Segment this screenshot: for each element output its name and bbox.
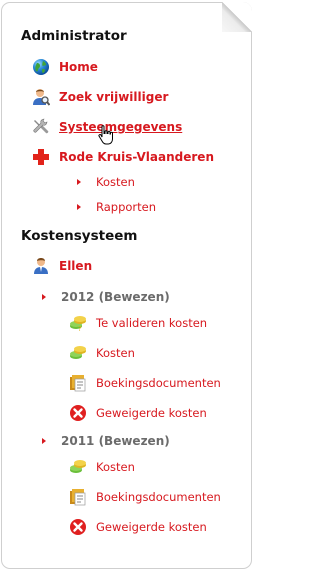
- bullet-arrow-icon: [77, 179, 81, 185]
- nav-item-label: Kosten: [96, 460, 135, 474]
- year-label: 2011 (Bewezen): [61, 434, 170, 448]
- nav-subitem-kosten[interactable]: Kosten: [77, 171, 320, 193]
- user-search-icon: [32, 88, 51, 106]
- coins-icon: [69, 344, 87, 362]
- coins-icon: [69, 458, 87, 476]
- nav-item-systeemgegevens[interactable]: Systeemgegevens: [32, 116, 281, 138]
- nav-item-label: Boekingsdocumenten: [96, 490, 221, 504]
- user-link-ellen[interactable]: Ellen: [32, 255, 281, 277]
- svg-text:?: ?: [78, 325, 82, 332]
- red-cross-icon: [32, 148, 50, 166]
- documents-icon: [69, 488, 87, 506]
- nav-item-kosten-2011[interactable]: Kosten: [69, 456, 318, 478]
- user-label: Ellen: [59, 259, 93, 273]
- nav-subitem-label: Kosten: [96, 175, 135, 189]
- rejected-icon: [69, 518, 87, 536]
- nav-subitem-rapporten[interactable]: Rapporten: [77, 196, 320, 218]
- nav-item-boekingsdocumenten-2012[interactable]: Boekingsdocumenten: [69, 372, 318, 394]
- documents-icon: [69, 374, 87, 392]
- section-heading-kostensysteem: Kostensysteem: [21, 228, 138, 244]
- section-heading-administrator: Administrator: [21, 28, 127, 44]
- year-toggle-2012[interactable]: 2012 (Bewezen): [42, 286, 291, 308]
- nav-item-label: Home: [59, 60, 98, 74]
- nav-subitem-label: Rapporten: [96, 200, 157, 214]
- navigation-panel: Administrator Home Zoek vrijwilliger Sys…: [1, 2, 252, 569]
- nav-item-geweigerde-kosten-2012[interactable]: Geweigerde kosten: [69, 402, 318, 424]
- bullet-arrow-icon: [77, 204, 81, 210]
- nav-item-home[interactable]: Home: [32, 56, 281, 78]
- nav-item-label: Rode Kruis-Vlaanderen: [59, 150, 214, 164]
- nav-item-label: Boekingsdocumenten: [96, 376, 221, 390]
- rejected-icon: [69, 404, 87, 422]
- nav-item-rode-kruis-vlaanderen[interactable]: Rode Kruis-Vlaanderen: [32, 146, 281, 168]
- nav-item-label: Systeemgegevens: [59, 120, 183, 134]
- nav-item-label: Kosten: [96, 346, 135, 360]
- year-label: 2012 (Bewezen): [61, 290, 170, 304]
- nav-item-boekingsdocumenten-2011[interactable]: Boekingsdocumenten: [69, 486, 318, 508]
- year-toggle-2011[interactable]: 2011 (Bewezen): [42, 430, 291, 452]
- nav-item-label: Geweigerde kosten: [96, 406, 207, 420]
- nav-item-kosten-2012[interactable]: Kosten: [69, 342, 318, 364]
- wrench-icon: [32, 118, 50, 136]
- nav-item-label: Te valideren kosten: [96, 316, 208, 330]
- hand-cursor-icon: [98, 125, 114, 147]
- nav-item-geweigerde-kosten-2011[interactable]: Geweigerde kosten: [69, 516, 318, 538]
- globe-icon: [32, 58, 50, 76]
- nav-item-zoek-vrijwilliger[interactable]: Zoek vrijwilliger: [32, 86, 281, 108]
- coins-icon: ?: [69, 314, 87, 333]
- nav-item-te-valideren-kosten-2012[interactable]: ? Te valideren kosten: [69, 312, 318, 334]
- nav-item-label: Zoek vrijwilliger: [59, 90, 169, 104]
- nav-item-label: Geweigerde kosten: [96, 520, 207, 534]
- expand-arrow-icon: [42, 294, 46, 300]
- expand-arrow-icon: [42, 438, 46, 444]
- user-icon: [32, 257, 50, 275]
